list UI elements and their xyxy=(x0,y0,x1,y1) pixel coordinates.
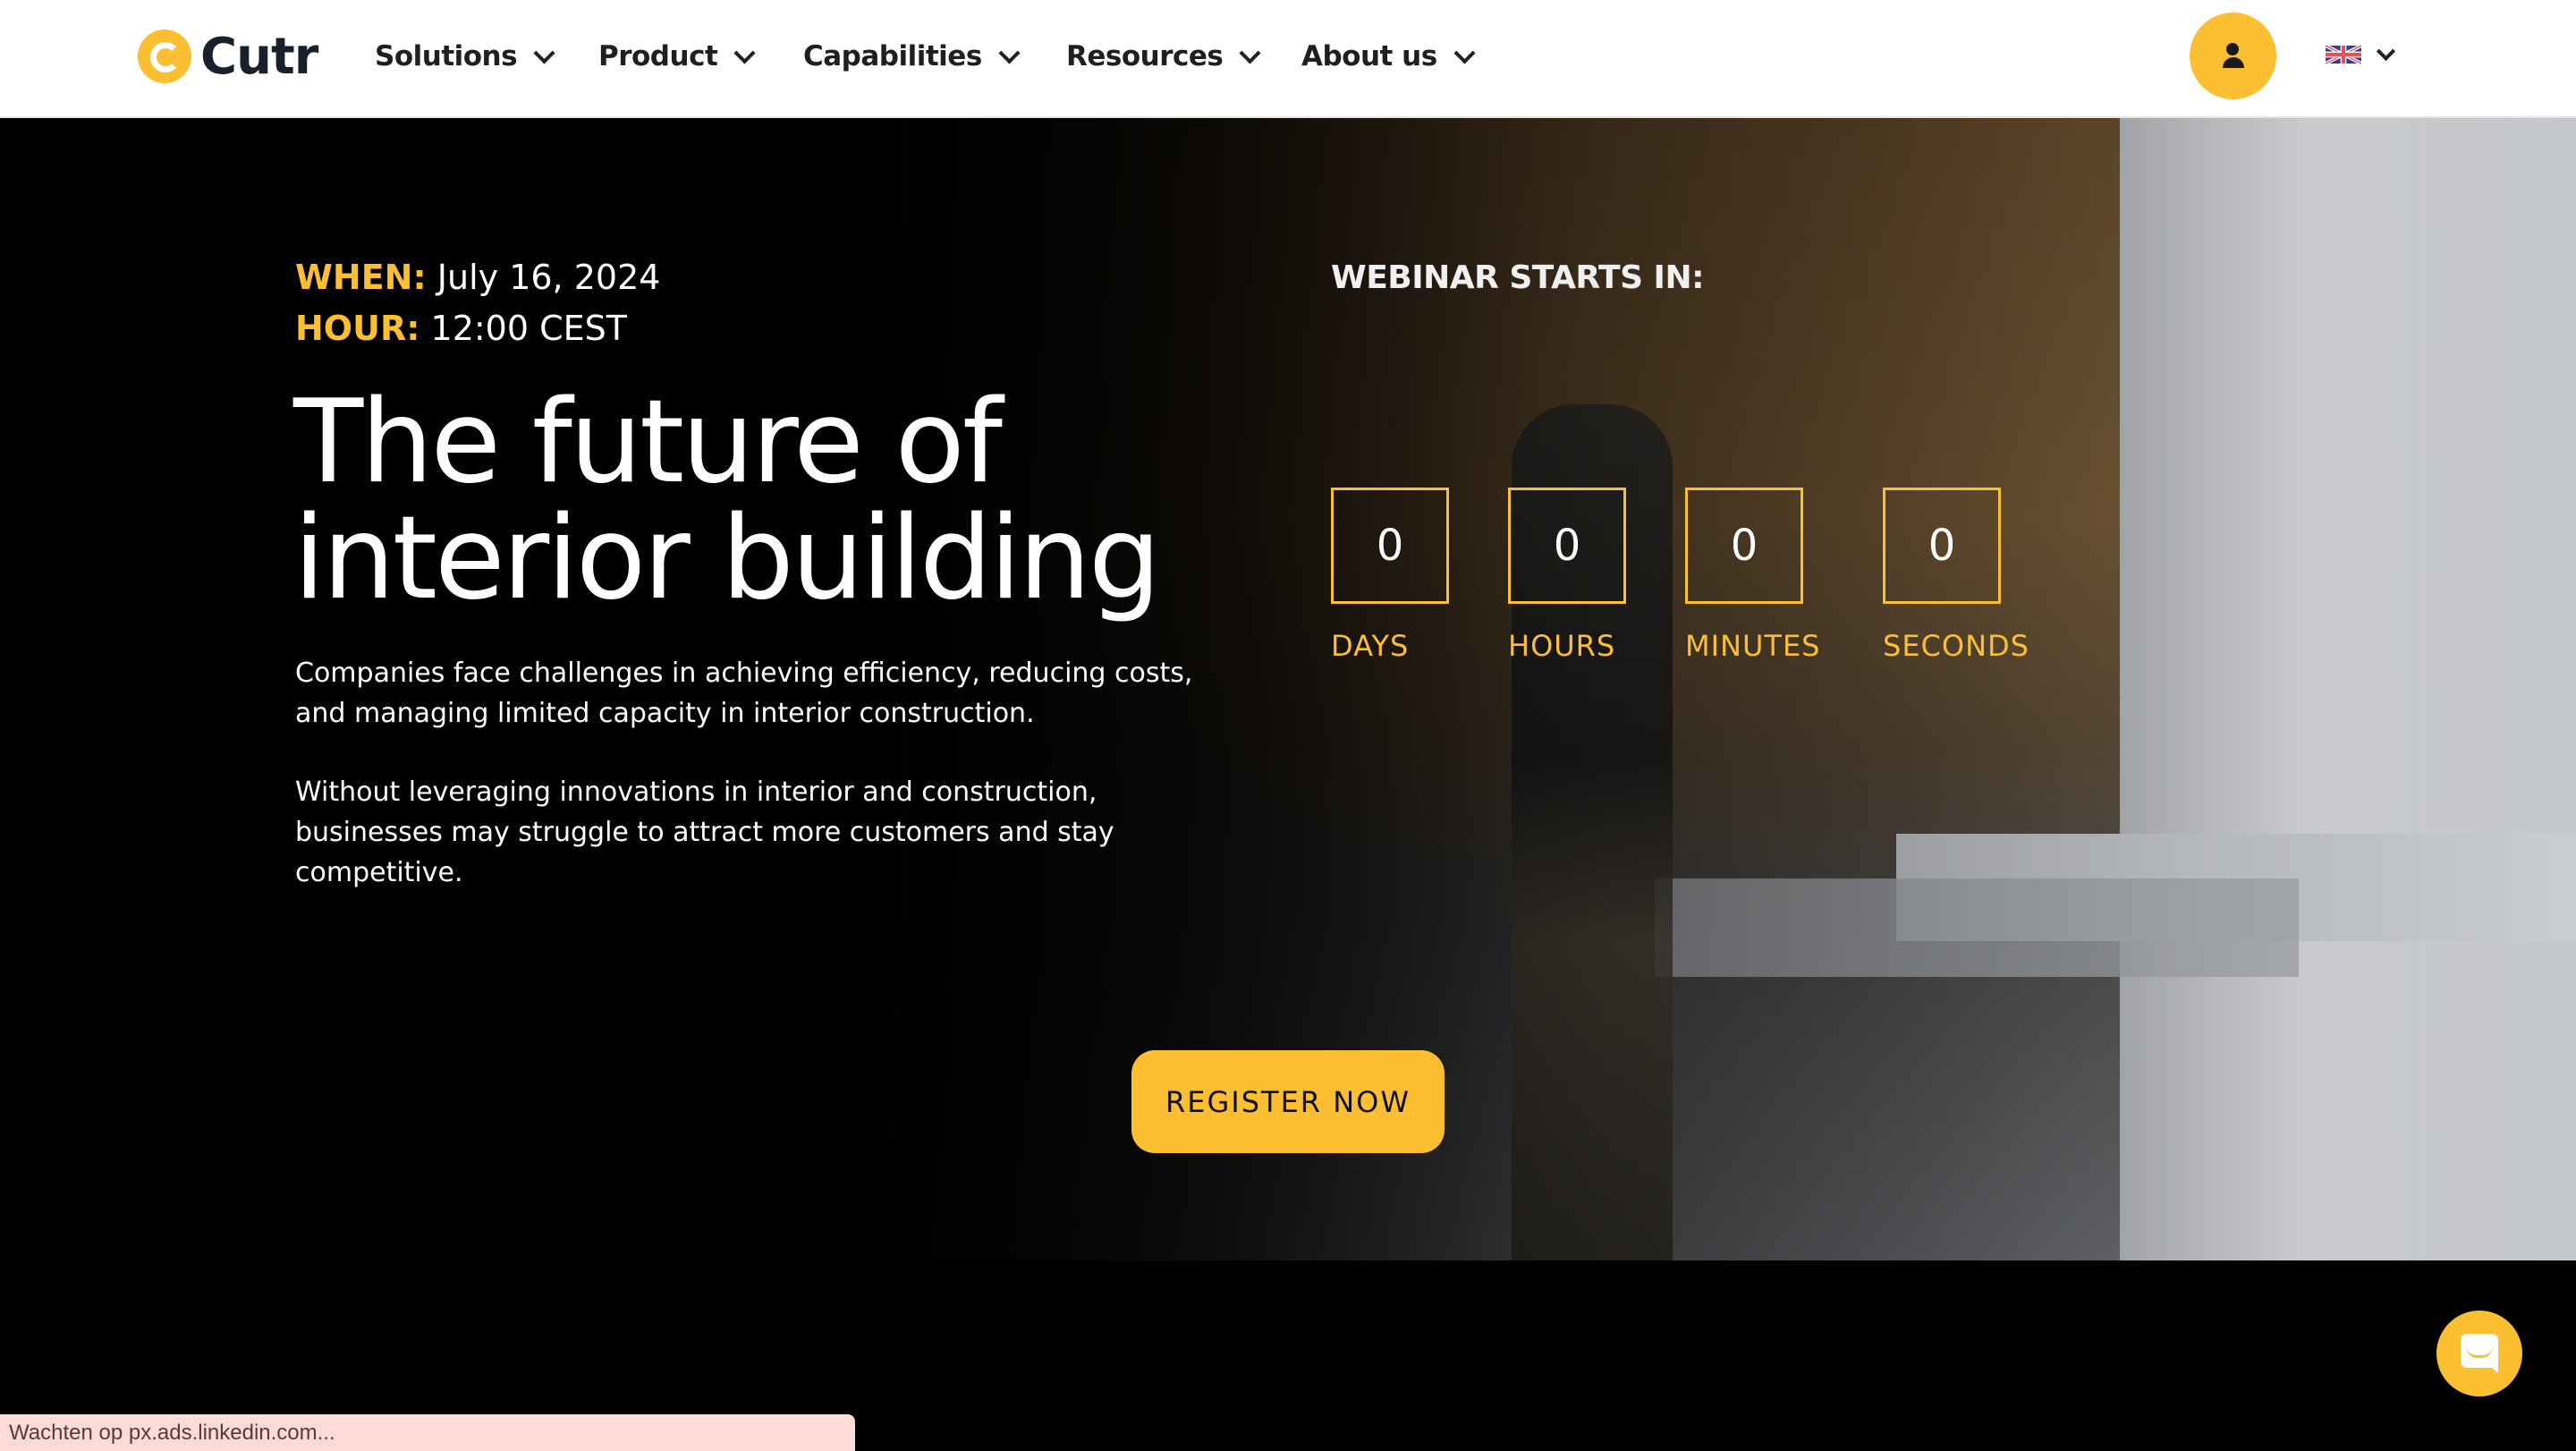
event-date: WHEN: July 16, 2024 xyxy=(295,258,660,297)
register-now-button[interactable]: REGISTER NOW xyxy=(1131,1050,1445,1153)
hour-value: 12:00 CEST xyxy=(430,309,627,348)
nav-item-about-us[interactable]: About us xyxy=(1301,34,1476,79)
intro-paragraph-1: Companies face challenges in achieving e… xyxy=(295,658,1193,729)
logo-mark-icon xyxy=(138,30,191,83)
nav-item-label: Solutions xyxy=(375,40,518,72)
countdown-value: 0 xyxy=(1331,488,1449,604)
nav-item-resources[interactable]: Resources xyxy=(1066,34,1261,79)
nav-item-label: Product xyxy=(598,40,718,72)
browser-status-bar: Wachten op px.ads.linkedin.com... xyxy=(0,1414,855,1451)
intro-paragraph-2: Without leveraging innovations in interi… xyxy=(295,776,1114,888)
countdown-label: SECONDS xyxy=(1883,629,2029,663)
countdown-value: 0 xyxy=(1685,488,1803,604)
chevron-down-icon xyxy=(1239,41,1261,64)
chevron-down-icon xyxy=(533,41,555,64)
countdown-seconds: 0 SECONDS xyxy=(1883,488,2029,663)
nav-item-product[interactable]: Product xyxy=(598,34,756,79)
nav-item-capabilities[interactable]: Capabilities xyxy=(803,34,1021,79)
countdown-minutes: 0 MINUTES xyxy=(1685,488,1820,663)
user-icon-body xyxy=(2223,57,2244,68)
countdown-value: 0 xyxy=(1883,488,2001,604)
countdown-hours: 0 HOURS xyxy=(1508,488,1626,663)
chevron-down-icon xyxy=(2376,41,2396,61)
nav-item-solutions[interactable]: Solutions xyxy=(375,34,555,79)
countdown-title: WEBINAR STARTS IN: xyxy=(1331,259,1704,296)
user-icon xyxy=(2226,43,2239,55)
countdown-label: MINUTES xyxy=(1685,629,1821,663)
when-label: WHEN: xyxy=(295,258,427,297)
logo[interactable]: Cutr xyxy=(138,27,318,86)
chat-icon-tail xyxy=(2487,1364,2498,1373)
nav-item-label: Capabilities xyxy=(803,40,982,72)
logo-text: Cutr xyxy=(200,27,318,86)
chevron-down-icon xyxy=(1453,41,1476,64)
title-line-1: The future of xyxy=(293,376,1003,509)
title-line-2: interior building xyxy=(293,492,1161,625)
countdown-label: DAYS xyxy=(1331,629,1410,663)
uk-flag-icon xyxy=(2326,44,2361,65)
site-header: Cutr Solutions Product Capabilities Reso… xyxy=(0,0,2576,118)
when-value: July 16, 2024 xyxy=(436,258,661,297)
chat-launcher-button[interactable] xyxy=(2436,1311,2522,1396)
countdown-value: 0 xyxy=(1508,488,1626,604)
nav-item-label: Resources xyxy=(1066,40,1224,72)
event-hour: HOUR: 12:00 CEST xyxy=(295,309,627,348)
account-button[interactable] xyxy=(2190,13,2276,99)
hour-label: HOUR: xyxy=(295,309,420,348)
nav-item-label: About us xyxy=(1301,40,1437,72)
page-title: The future of interior building xyxy=(293,385,1161,617)
countdown-days: 0 DAYS xyxy=(1331,488,1449,663)
countdown-label: HOURS xyxy=(1508,629,1616,663)
chevron-down-icon xyxy=(998,41,1021,64)
chevron-down-icon xyxy=(733,41,756,64)
language-selector[interactable] xyxy=(2326,41,2396,66)
